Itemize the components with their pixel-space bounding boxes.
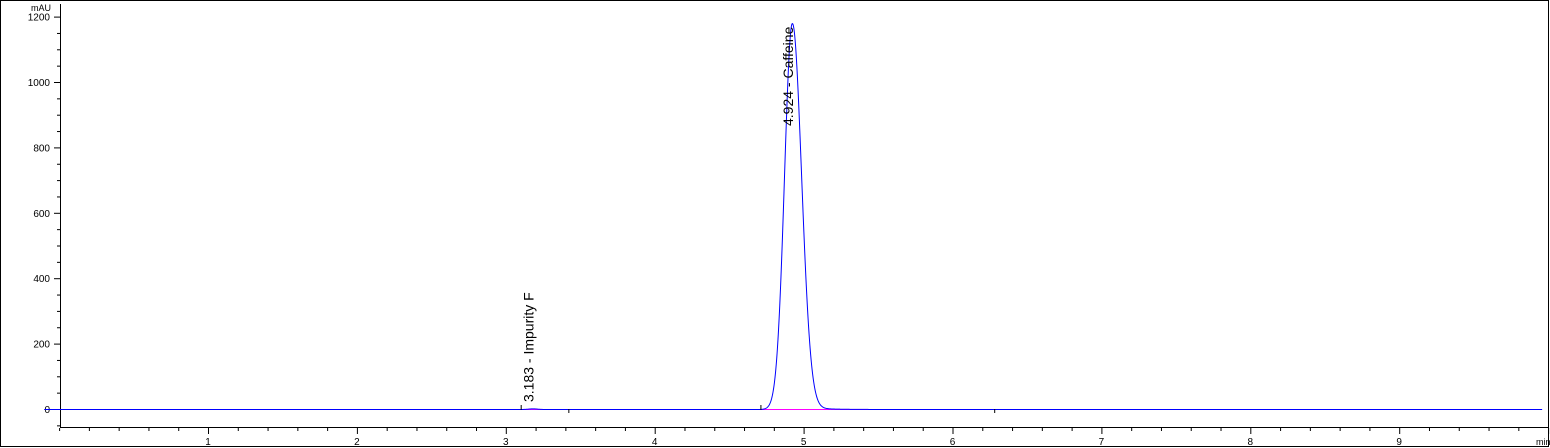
x-tick-label: 6 bbox=[950, 437, 956, 448]
x-tick-label: 8 bbox=[1248, 437, 1254, 448]
x-tick-label: 5 bbox=[801, 437, 807, 448]
y-tick-label: 200 bbox=[33, 340, 50, 351]
y-tick-label: 1200 bbox=[28, 13, 51, 24]
x-tick-label: 7 bbox=[1099, 437, 1105, 448]
y-axis-unit-label: mAU bbox=[31, 3, 51, 13]
x-tick-label: 2 bbox=[354, 437, 360, 448]
x-tick-label: 9 bbox=[1396, 437, 1402, 448]
y-tick-label: 600 bbox=[33, 209, 50, 220]
x-tick-label: 3 bbox=[503, 437, 509, 448]
peak-label: 3.183 - Impurity F bbox=[521, 292, 537, 402]
y-tick-label: 800 bbox=[33, 143, 50, 154]
y-tick-label: 1000 bbox=[28, 78, 51, 89]
chromatogram-chart: 0 200 400 600 800 1000 1200 1 2 3 4 5 6 7 8 9 mAU min 3… bbox=[0, 0, 1550, 448]
y-tick-label: 400 bbox=[33, 274, 50, 285]
peak-label: 4.924 - Caffeine bbox=[780, 26, 796, 126]
x-axis-unit-label: min bbox=[1536, 437, 1550, 447]
x-tick-label: 1 bbox=[205, 437, 211, 448]
x-tick-label: 4 bbox=[652, 437, 658, 448]
y-tick-label: 0 bbox=[44, 405, 50, 416]
